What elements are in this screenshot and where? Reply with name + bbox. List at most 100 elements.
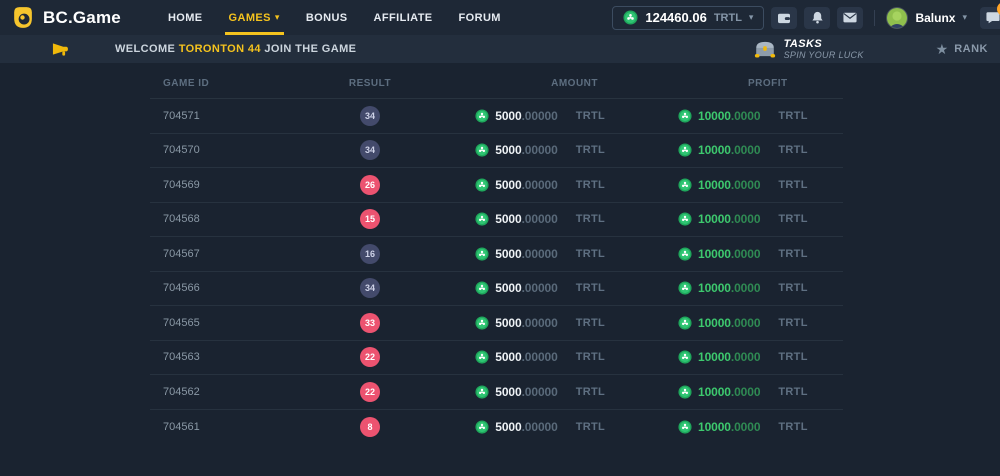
amount-cell: 5000.00000 TRTL [440,109,650,123]
trtl-coin-icon [623,10,638,25]
result-cell: 22 [300,347,440,367]
amount-currency: TRTL [576,351,605,363]
chevron-down-icon: ▾ [962,12,967,23]
nav-item-bonus[interactable]: BONUS [293,0,361,35]
profit-int: 10000 [698,109,731,123]
header-profit: PROFIT [650,78,843,89]
profit-currency: TRTL [778,248,807,260]
profit-currency: TRTL [778,351,807,363]
profit-cell: 10000.0000 TRTL [650,316,843,330]
table-row[interactable]: 704568 15 5000.00000 TRTL [150,203,843,238]
amount-dec: .00000 [522,281,558,295]
trtl-coin-icon [678,350,692,364]
avatar [886,7,908,29]
table-row[interactable]: 704566 34 5000.00000 TRTL [150,272,843,307]
result-badge: 34 [360,278,380,298]
header-game-id: GAME ID [150,78,300,89]
profit-currency: TRTL [778,213,807,225]
result-cell: 15 [300,209,440,229]
result-badge: 16 [360,244,380,264]
profit-currency: TRTL [778,282,807,294]
amount-cell: 5000.00000 TRTL [440,281,650,295]
chat-button[interactable]: 10 [980,7,1000,29]
profit-dec: .0000 [731,420,761,434]
table-row[interactable]: 704569 26 5000.00000 TRTL [150,168,843,203]
game-id: 704570 [150,144,300,156]
balance-currency: TRTL [714,12,742,24]
table-row[interactable]: 704567 16 5000.00000 TRTL [150,237,843,272]
amount-int: 5000 [495,350,521,364]
divider [874,10,875,26]
messages-button[interactable] [837,7,863,29]
table-row[interactable]: 704565 33 5000.00000 TRTL [150,306,843,341]
tasks-widget[interactable]: TASKS SPIN YOUR LUCK [754,38,864,61]
profit-dec: .0000 [731,109,761,123]
trtl-coin-icon [678,109,692,123]
game-id: 704567 [150,248,300,260]
amount-currency: TRTL [576,248,605,260]
profit-currency: TRTL [778,317,807,329]
result-badge: 34 [360,140,380,160]
result-cell: 34 [300,140,440,160]
amount-cell: 5000.00000 TRTL [440,420,650,434]
profit-cell: 10000.0000 TRTL [650,281,843,295]
amount-currency: TRTL [576,110,605,122]
profit-int: 10000 [698,420,731,434]
amount-dec: .00000 [522,143,558,157]
brand[interactable]: BC.Game [10,5,121,30]
trtl-coin-icon [678,212,692,226]
amount-dec: .00000 [522,178,558,192]
game-id: 704569 [150,179,300,191]
table-row[interactable]: 704561 8 5000.00000 TRTL [150,410,843,445]
profit-dec: .0000 [731,316,761,330]
result-cell: 34 [300,106,440,126]
profit-cell: 10000.0000 TRTL [650,350,843,364]
trtl-coin-icon [678,178,692,192]
mail-icon [843,12,857,23]
nav-item-games[interactable]: GAMES ▾ [216,0,293,35]
brand-name: BC.Game [43,8,121,28]
trtl-coin-icon [678,316,692,330]
profit-currency: TRTL [778,144,807,156]
profit-int: 10000 [698,281,731,295]
table-row[interactable]: 704571 34 5000.00000 TRTL [150,99,843,134]
balance-amount: 124460.06 [645,10,706,25]
amount-int: 5000 [495,281,521,295]
star-icon: ★ [936,42,949,56]
amount-currency: TRTL [576,179,605,191]
amount-currency: TRTL [576,144,605,156]
profit-dec: .0000 [731,143,761,157]
trtl-coin-icon [475,143,489,157]
nav-item-forum[interactable]: FORUM [446,0,514,35]
megaphone-icon [50,42,69,57]
nav-item-home[interactable]: HOME [155,0,216,35]
balance-selector[interactable]: 124460.06 TRTL ▾ [612,6,764,30]
profit-dec: .0000 [731,178,761,192]
table-row[interactable]: 704563 22 5000.00000 TRTL [150,341,843,376]
table-row[interactable]: 704570 34 5000.00000 TRTL [150,134,843,169]
result-cell: 26 [300,175,440,195]
amount-dec: .00000 [522,350,558,364]
notifications-button[interactable] [804,7,830,29]
user-menu[interactable]: Balunx ▾ [886,7,967,29]
profit-int: 10000 [698,212,731,226]
wallet-button[interactable] [771,7,797,29]
rank-label: RANK [954,43,988,55]
amount-cell: 5000.00000 TRTL [440,316,650,330]
tasks-subtitle: SPIN YOUR LUCK [784,50,864,60]
top-nav-bar: BC.Game HOME GAMES ▾ BONUS AFFILIATE FOR… [0,0,1000,35]
amount-int: 5000 [495,178,521,192]
trtl-coin-icon [475,281,489,295]
profit-cell: 10000.0000 TRTL [650,385,843,399]
profit-cell: 10000.0000 TRTL [650,212,843,226]
trtl-coin-icon [475,350,489,364]
result-badge: 22 [360,382,380,402]
rank-widget[interactable]: ★ RANK [936,42,988,56]
chevron-down-icon: ▾ [275,12,280,23]
amount-int: 5000 [495,420,521,434]
main-content: GAME ID RESULT AMOUNT PROFIT 704571 34 5… [0,63,1000,476]
table-row[interactable]: 704562 22 5000.00000 TRTL [150,375,843,410]
nav-item-affiliate[interactable]: AFFILIATE [361,0,446,35]
result-cell: 16 [300,244,440,264]
amount-cell: 5000.00000 TRTL [440,212,650,226]
